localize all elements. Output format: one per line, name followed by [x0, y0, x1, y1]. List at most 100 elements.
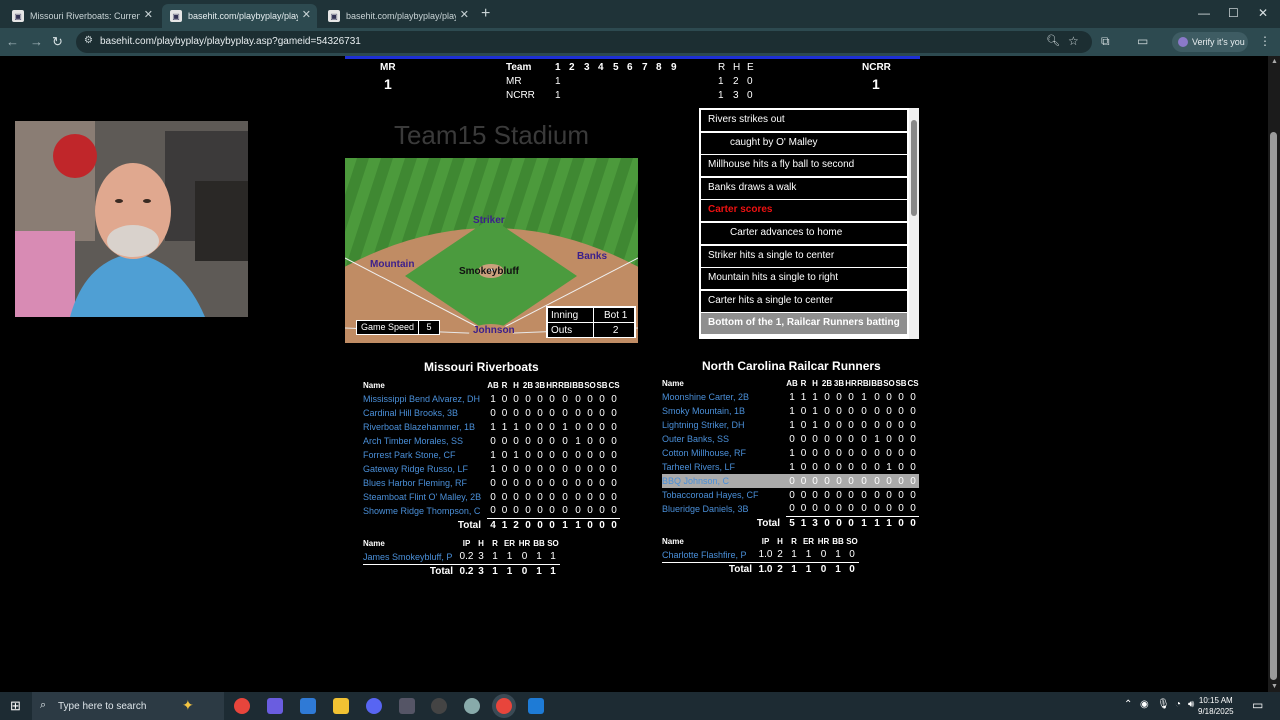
- page-scrollbar[interactable]: [1268, 56, 1280, 692]
- back-arrow-icon[interactable]: ←: [6, 34, 19, 49]
- batter-stat-cell: 0: [608, 504, 620, 519]
- site-info-icon[interactable]: ⚙: [84, 35, 93, 46]
- pitcher-name-link[interactable]: Charlotte Flashfire, P: [662, 548, 758, 563]
- batter-name-link[interactable]: Blueridge Daniels, 3B: [662, 502, 786, 516]
- batter-stat-cell: 0: [800, 419, 807, 431]
- linescore-inning-header: 7: [642, 62, 648, 73]
- file-explorer-icon[interactable]: [333, 698, 349, 714]
- batter-stat-cell: 0: [812, 489, 818, 501]
- menu-kebab-icon[interactable]: ⋮: [1259, 34, 1271, 48]
- batter-name-link[interactable]: Gateway Ridge Russo, LF: [363, 462, 487, 476]
- app-icon-2[interactable]: [464, 698, 480, 714]
- discord-icon[interactable]: [366, 698, 382, 714]
- batter-stat-cell: 0: [587, 393, 593, 405]
- batter-stat-cell: 0: [910, 489, 916, 501]
- new-tab-button[interactable]: +: [481, 5, 490, 23]
- play-by-play-scrollbar[interactable]: [909, 108, 919, 339]
- pitching-header-cell: H: [478, 538, 484, 548]
- pitcher-row: James Smokeybluff, P 0.2 3 1 1 0 1 1: [363, 550, 560, 565]
- batter-name-link[interactable]: Tobaccoroad Hayes, CF: [662, 488, 786, 502]
- search-placeholder: Type here to search: [58, 700, 147, 712]
- play-by-play-item: caught by O' Malley: [701, 132, 907, 154]
- batter-name-link[interactable]: BBQ Johnson, C: [662, 474, 786, 488]
- close-window-icon[interactable]: ✕: [1258, 6, 1268, 20]
- store-icon[interactable]: [300, 698, 316, 714]
- app-icon[interactable]: [399, 698, 415, 714]
- scroll-up-icon[interactable]: ▲: [1271, 58, 1278, 65]
- maximize-icon[interactable]: ☐: [1228, 6, 1239, 20]
- play-by-play-item: Banks draws a walk: [701, 177, 907, 199]
- batter-stat-cell: 0: [537, 393, 543, 405]
- play-by-play-panel[interactable]: Rivers strikes out caught by O' Malley Mil…: [699, 108, 919, 339]
- taskbar-clock[interactable]: 10:15 AM 9/18/2025: [1198, 695, 1234, 717]
- pitching-header-cell: BB: [533, 538, 545, 548]
- close-tab-icon[interactable]: ✕: [144, 8, 153, 21]
- extensions-icon[interactable]: ⧉: [1101, 34, 1110, 49]
- batter-name-link[interactable]: Cotton Millhouse, RF: [662, 446, 786, 460]
- batter-name-link[interactable]: Smoky Mountain, 1B: [662, 404, 786, 418]
- copilot-icon[interactable]: [267, 698, 283, 714]
- tab-playbyplay-2[interactable]: ▣ basehit.com/playbyplay/playbyp ✕: [320, 4, 475, 28]
- scroll-down-icon[interactable]: ▼: [1271, 683, 1278, 690]
- microphone-icon[interactable]: 🎙︎: [1157, 699, 1170, 710]
- minimize-icon[interactable]: —: [1198, 6, 1210, 20]
- batter-stat-cell: 0: [599, 449, 605, 461]
- batter-name-link[interactable]: Tarheel Rivers, LF: [662, 460, 786, 474]
- batter-name-link[interactable]: Steamboat Flint O' Malley, 2B: [363, 490, 487, 504]
- batter-name-link[interactable]: Arch Timber Morales, SS: [363, 434, 487, 448]
- forward-arrow-icon[interactable]: →: [30, 34, 43, 49]
- pitcher-name-link[interactable]: James Smokeybluff, P: [363, 550, 459, 565]
- total-stat-cell: 1: [562, 519, 568, 531]
- taskbar-search-box[interactable]: ⌕ Type here to search ✦: [32, 692, 224, 720]
- play-by-play-scroll-thumb[interactable]: [911, 120, 917, 216]
- game-speed-box[interactable]: Game Speed 5: [356, 320, 441, 335]
- batter-name-link[interactable]: Outer Banks, SS: [662, 432, 786, 446]
- close-tab-icon[interactable]: ✕: [460, 8, 469, 21]
- total-stat-cell: 0: [599, 519, 605, 531]
- batter-name-link[interactable]: Forrest Park Stone, CF: [363, 448, 487, 462]
- reload-icon[interactable]: ↻: [52, 34, 63, 50]
- tray-record-icon[interactable]: ◉: [1140, 699, 1149, 710]
- scrollbar-thumb[interactable]: [1270, 132, 1277, 680]
- notifications-icon[interactable]: ▭: [1252, 698, 1263, 712]
- chrome-active-icon[interactable]: [496, 698, 512, 714]
- copilot-sparkle-icon: ✦: [182, 697, 194, 713]
- batter-stat-cell: 0: [848, 489, 854, 501]
- batter-row: Tobaccoroad Hayes, CF 0 0 0 0 0 0 0 0 0 0 0: [662, 488, 919, 502]
- batting-header-cell: RBI: [857, 378, 871, 388]
- batter-stat-cell: 1: [789, 447, 795, 459]
- tab-playbyplay-active[interactable]: ▣ basehit.com/playbyplay/playbyp ✕: [162, 4, 317, 28]
- game-speed-value[interactable]: 5: [419, 321, 439, 334]
- batter-stat-cell: 0: [549, 435, 555, 447]
- windows-start-icon[interactable]: ⊞: [10, 698, 21, 714]
- bookmark-star-icon[interactable]: ☆: [1068, 34, 1079, 48]
- linescore-away-r: 1: [718, 76, 724, 87]
- wifi-icon[interactable]: ◔: [1175, 699, 1181, 710]
- batter-stat-cell: 0: [895, 502, 907, 517]
- batter-stat-cell: 0: [861, 419, 867, 431]
- verify-button[interactable]: Verify it's you: [1172, 32, 1248, 52]
- tray-chevron-icon[interactable]: ⌃: [1124, 699, 1132, 710]
- webcam-person-image: [15, 121, 248, 317]
- batter-name-link[interactable]: Riverboat Blazehammer, 1B: [363, 420, 487, 434]
- address-bar[interactable]: ⚙ basehit.com/playbyplay/playbyplay.asp?…: [76, 31, 1092, 53]
- batter-name-link[interactable]: Moonshine Carter, 2B: [662, 390, 786, 404]
- batter-name-link[interactable]: Blues Harbor Fleming, RF: [363, 476, 487, 490]
- obs-icon[interactable]: [431, 698, 447, 714]
- volume-icon[interactable]: 🔊︎: [1188, 699, 1194, 710]
- total-stat-cell: 1: [874, 517, 880, 529]
- batter-name-link[interactable]: Showme Ridge Thompson, C: [363, 504, 487, 518]
- batter-name-link[interactable]: Lightning Striker, DH: [662, 418, 786, 432]
- app-icon-3[interactable]: [528, 698, 544, 714]
- inning-outs-box: Inning Bot 1 Outs 2: [546, 306, 636, 338]
- batter-stat-cell: 0: [537, 421, 543, 433]
- chrome-icon[interactable]: [234, 698, 250, 714]
- batter-stat-cell: 0: [910, 461, 916, 473]
- batter-name-link[interactable]: Mississippi Bend Alvarez, DH: [363, 392, 487, 406]
- zoom-icon[interactable]: 🔍︎: [1046, 34, 1060, 47]
- batter-name-link[interactable]: Cardinal Hill Brooks, 3B: [363, 406, 487, 420]
- close-tab-icon[interactable]: ✕: [302, 8, 311, 21]
- tab-riverboats[interactable]: ▣ Missouri Riverboats: Current Se ✕: [4, 4, 159, 28]
- cast-icon[interactable]: ▭: [1137, 34, 1148, 48]
- profile-avatar-icon: [1178, 37, 1188, 47]
